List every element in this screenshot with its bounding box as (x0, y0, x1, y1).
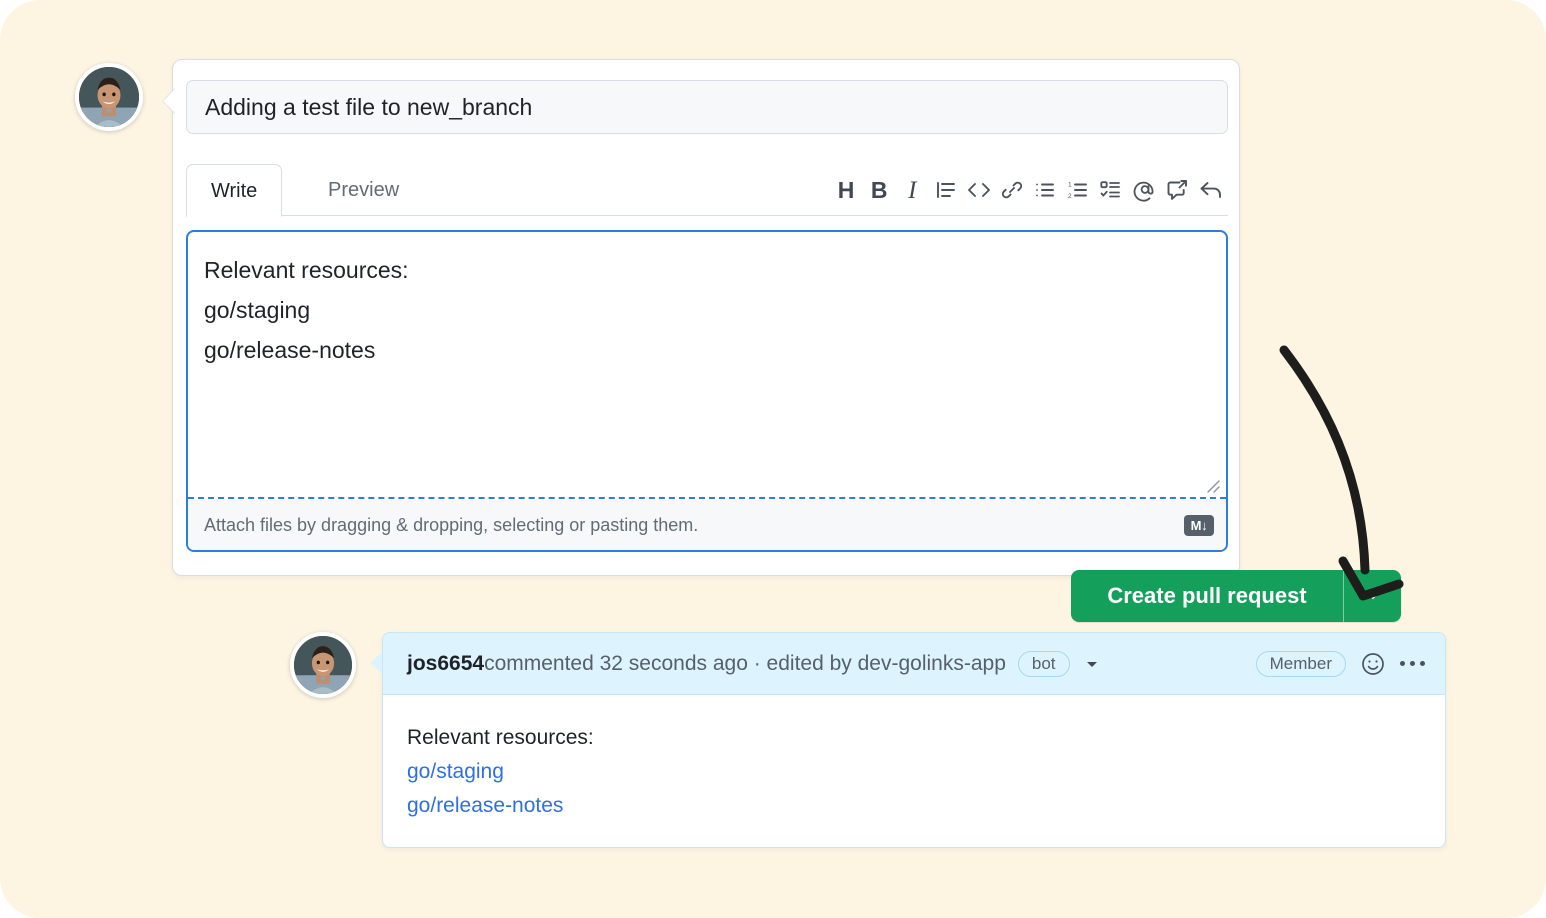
comment-meta: jos6654 commented 32 seconds ago · edite… (407, 651, 1256, 677)
bold-icon[interactable]: B (864, 175, 894, 205)
tab-preview[interactable]: Preview (304, 164, 423, 217)
reply-icon[interactable] (1196, 175, 1226, 205)
comment-body-text[interactable]: Relevant resources: go/staging go/releas… (204, 250, 1210, 370)
heading-glyph: H (838, 179, 855, 202)
comment-card-pointer (370, 652, 382, 674)
comment-body: Relevant resources: go/staging go/releas… (383, 695, 1445, 823)
kebab-menu-icon[interactable] (1400, 661, 1425, 666)
markdown-icon[interactable]: M↓ (1184, 515, 1214, 536)
code-icon[interactable] (964, 175, 994, 205)
comment-author-link[interactable]: jos6654 (407, 652, 484, 676)
quote-icon[interactable] (931, 175, 961, 205)
editor-footer: Attach files by dragging & dropping, sel… (188, 499, 1226, 552)
pr-title-input[interactable]: Adding a test file to new_branch (186, 80, 1228, 134)
svg-text:2: 2 (1068, 193, 1072, 200)
comment-header-actions: Member (1256, 651, 1425, 677)
tab-write[interactable]: Write (186, 164, 282, 217)
comment-card: jos6654 commented 32 seconds ago · edite… (382, 632, 1446, 848)
pull-request-compose-card: Adding a test file to new_branch Write P… (172, 59, 1240, 576)
comment-header: jos6654 commented 32 seconds ago · edite… (383, 633, 1445, 695)
smiley-icon[interactable] (1360, 651, 1386, 677)
italic-glyph: I (908, 178, 916, 203)
status-badge: Member (1256, 651, 1346, 677)
compose-card-pointer (163, 88, 176, 114)
comment-intro-text: Relevant resources: (407, 721, 1445, 755)
resize-handle-icon[interactable] (1202, 475, 1222, 495)
comment-body-editor[interactable]: Relevant resources: go/staging go/releas… (186, 230, 1228, 552)
avatar (290, 632, 356, 698)
mention-icon[interactable] (1130, 175, 1160, 205)
link-icon[interactable] (997, 175, 1027, 205)
bot-badge[interactable]: bot (1018, 651, 1070, 677)
chevron-down-icon[interactable] (1084, 656, 1100, 672)
heading-icon[interactable]: H (831, 175, 861, 205)
ordered-list-icon[interactable]: 1 2 (1063, 175, 1093, 205)
attach-files-hint: Attach files by dragging & dropping, sel… (204, 515, 698, 536)
unordered-list-icon[interactable] (1030, 175, 1060, 205)
curved-arrow-down-icon (1262, 332, 1452, 612)
task-list-icon[interactable] (1096, 175, 1126, 205)
cross-reference-icon[interactable] (1163, 175, 1193, 205)
golink-release-notes[interactable]: go/release-notes (407, 789, 563, 823)
svg-text:1: 1 (1068, 182, 1072, 189)
markdown-toolbar: H B I (823, 164, 1228, 216)
bold-glyph: B (871, 179, 888, 202)
screenshot-stage: Adding a test file to new_branch Write P… (0, 0, 1546, 918)
golink-staging[interactable]: go/staging (407, 755, 504, 789)
italic-icon[interactable]: I (897, 175, 927, 205)
avatar (75, 63, 143, 131)
comment-action-text: commented 32 seconds ago · edited by dev… (484, 652, 1006, 676)
